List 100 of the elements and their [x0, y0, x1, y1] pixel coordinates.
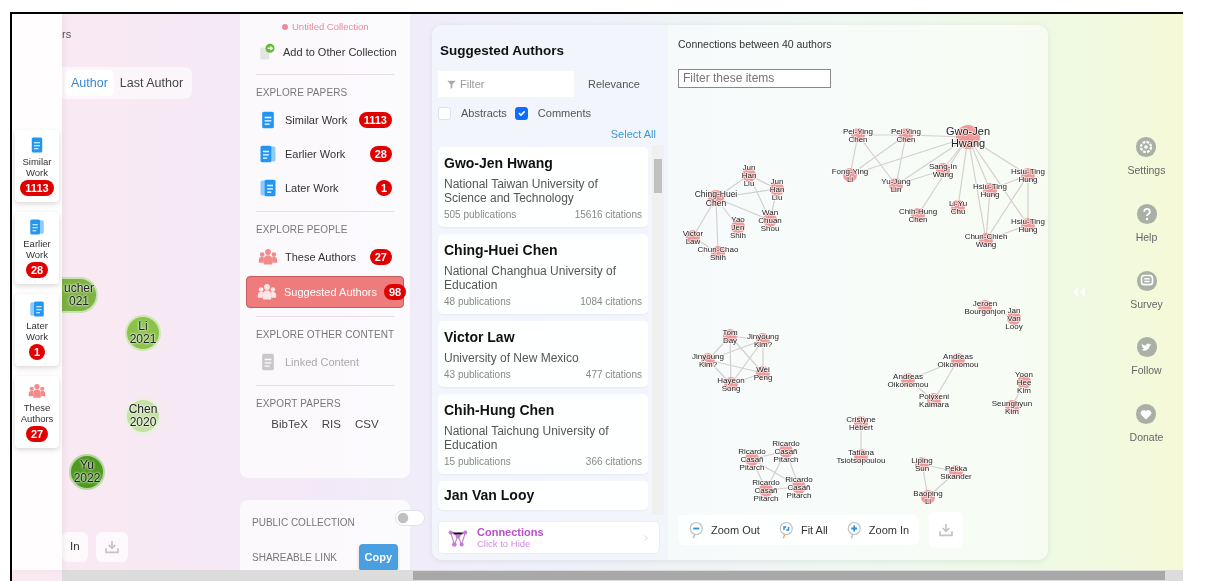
documents-icon — [28, 300, 46, 318]
author-node[interactable]: Andreas Oikonomou — [887, 371, 929, 389]
citation-count: 15616 citations — [574, 208, 642, 223]
scrollbar[interactable] — [62, 570, 1183, 581]
export-button[interactable]: CSV — [354, 416, 379, 434]
side-card[interactable]: Similar Work 1113 — [15, 130, 59, 202]
download-button[interactable] — [95, 532, 128, 562]
connections-toggle[interactable]: Connections Click to Hide — [438, 521, 660, 554]
citation-count: 1084 citations — [580, 295, 642, 310]
tab[interactable]: Last Author — [113, 69, 190, 97]
card-label: Later Work — [25, 320, 49, 342]
export-button[interactable]: RIS — [321, 416, 341, 434]
author-node[interactable]: Jinyoung Kim? — [692, 351, 724, 369]
author-node[interactable]: Jinyoung Kim? — [747, 331, 779, 349]
zoom-button[interactable]: Zoom In — [845, 521, 910, 539]
author-node[interactable]: Ricardo Casañ Pitarch — [738, 446, 766, 472]
timeline-node[interactable]: Li 2021 — [125, 315, 161, 351]
zoom-button[interactable]: Zoom Out — [688, 521, 760, 539]
sort-dropdown[interactable]: Relevance — [588, 76, 640, 93]
card-label: Similar Work — [21, 156, 53, 178]
author-node[interactable]: Jeroen Bourgonjon — [964, 298, 1006, 316]
checkbox[interactable] — [514, 107, 528, 120]
author-node[interactable]: Chih-Hung Chen — [898, 206, 938, 224]
author-node[interactable]: Hsiu-Ting Hung — [1011, 216, 1045, 234]
author-node[interactable]: Hsiu-Ting Hung — [1011, 166, 1045, 184]
author-card[interactable]: Ching-Huei Chen National Changhua University of Education 48 publications 1084 citations — [438, 234, 648, 315]
affiliation-text: National Taiwan University of Science and Technology — [444, 177, 599, 206]
author-node[interactable]: Tom Day — [722, 327, 738, 345]
checkbox-label: Abstracts — [461, 106, 507, 122]
menu-item[interactable]: These Authors 27 — [252, 242, 398, 273]
author-node[interactable]: Yu-Jung Lin — [881, 176, 911, 194]
author-node[interactable]: Fong-Ying Li — [831, 166, 869, 184]
author-node[interactable]: Jun Han Liu — [769, 176, 785, 202]
sidebar-button[interactable]: Donate — [1129, 403, 1164, 446]
affiliation-text: National Taichung University of Education — [444, 424, 610, 453]
author-node[interactable]: Chun-Chao Shih — [697, 244, 739, 262]
author-node[interactable]: Hayeon Song — [717, 375, 745, 393]
scrollbar[interactable] — [652, 145, 664, 515]
author-node[interactable]: Ricardo Casañ Pitarch — [785, 474, 813, 500]
author-node[interactable]: Victor Law — [682, 228, 704, 246]
tab[interactable]: Author — [65, 69, 114, 97]
setting-label: SHAREABLE LINK — [252, 550, 338, 565]
author-node[interactable]: Seunghyun Kim — [991, 398, 1033, 416]
export-button[interactable]: BibTeX — [271, 416, 308, 434]
author-node[interactable]: Wei Peng — [753, 364, 773, 382]
author-node[interactable]: Andreas Oikonomou — [937, 351, 979, 369]
sidebar-button[interactable]: Help — [1135, 202, 1158, 246]
author-node[interactable]: Sang-In Wang — [929, 161, 957, 179]
count-badge: 28 — [369, 146, 392, 163]
sidebar-button[interactable]: Settings — [1127, 136, 1166, 179]
author-node[interactable]: Polyxeni Kaimara — [918, 391, 950, 409]
author-node[interactable]: Hsiu-Ting Hung — [973, 181, 1007, 199]
menu-item[interactable]: Similar Work 1113 — [252, 105, 398, 136]
side-card[interactable]: Later Work 1 — [15, 294, 59, 366]
author-node[interactable]: Pei-Ying Chen — [843, 126, 873, 144]
author-node[interactable]: Pei-Ying Chen — [891, 126, 921, 144]
timeline-node[interactable]: Chen 2020 — [125, 398, 161, 434]
author-node[interactable]: Baoping Li — [913, 488, 943, 506]
author-card[interactable]: Gwo-Jen Hwang National Taiwan University of Science and Technology 505 publications 15616 citations — [438, 147, 648, 228]
sidebar-button[interactable]: Survey — [1130, 269, 1163, 313]
author-card[interactable]: Chih-Hung Chen National Taichung University of Education 15 publications 366 citations — [438, 394, 648, 475]
filter-field[interactable]: Filter — [438, 71, 574, 98]
affiliation-text: National Changhua University of Education — [444, 264, 618, 293]
menu-item[interactable]: Earlier Work 28 — [252, 139, 398, 170]
card-label: Earlier Work — [22, 238, 52, 260]
author-node[interactable]: Jan Van Looy — [1005, 305, 1023, 331]
chat-icon — [1135, 269, 1158, 292]
author-node[interactable]: Yao Jen Shih — [730, 214, 746, 240]
zoom-button[interactable]: Fit All — [777, 521, 828, 539]
side-card[interactable]: These Authors 27 — [15, 376, 59, 448]
zoom-button[interactable]: In — [62, 532, 88, 562]
collection-name: Untitled Collection — [282, 20, 398, 35]
menu-item[interactable]: Later Work 1 — [252, 173, 398, 204]
author-node[interactable]: Jun Han Liu — [741, 162, 757, 188]
filter-field[interactable]: Filter these items — [678, 68, 831, 88]
author-node[interactable]: Ching-Huei Chen — [694, 188, 738, 208]
author-node[interactable]: Ricardo Casañ Pitarch — [752, 477, 780, 503]
download-button[interactable] — [929, 512, 964, 548]
author-node[interactable]: Li-Yu Chu — [948, 198, 968, 216]
timeline-node[interactable]: Yu 2022 — [69, 454, 105, 490]
author-card[interactable]: Victor Law University of New Mexico 43 publications 477 citations — [438, 321, 648, 388]
author-card[interactable]: Jan Van Looy — [438, 481, 648, 511]
publication-count: 15 publications — [444, 455, 511, 470]
timeline-node[interactable]: ucher 021 — [62, 277, 98, 313]
toggle-switch[interactable] — [394, 510, 425, 526]
help-icon — [1135, 202, 1158, 225]
menu-item[interactable]: Suggested Authors 98 — [246, 276, 404, 309]
author-node[interactable]: Cristyne Hébert — [846, 414, 876, 432]
author-node[interactable]: Pekka Sikander — [940, 463, 972, 481]
people-icon — [28, 382, 46, 400]
author-node[interactable]: Yoon Hee Kim — [1015, 369, 1033, 395]
author-node[interactable]: Wan Chuan Shou — [758, 207, 782, 233]
author-node[interactable]: Liping Sun — [911, 455, 933, 473]
author-node[interactable]: Ricardo Casañ Pitarch — [772, 438, 800, 464]
author-node[interactable]: Chun-Chieh Wang — [964, 231, 1008, 249]
add-collection-button[interactable]: Add to Other Collection — [252, 38, 398, 67]
count-badge: 1113 — [20, 180, 54, 196]
sidebar-button[interactable]: Follow — [1131, 336, 1162, 379]
author-node[interactable]: Tatiana Tsiotsopoulou — [836, 447, 886, 465]
side-card[interactable]: Earlier Work 28 — [15, 212, 59, 284]
